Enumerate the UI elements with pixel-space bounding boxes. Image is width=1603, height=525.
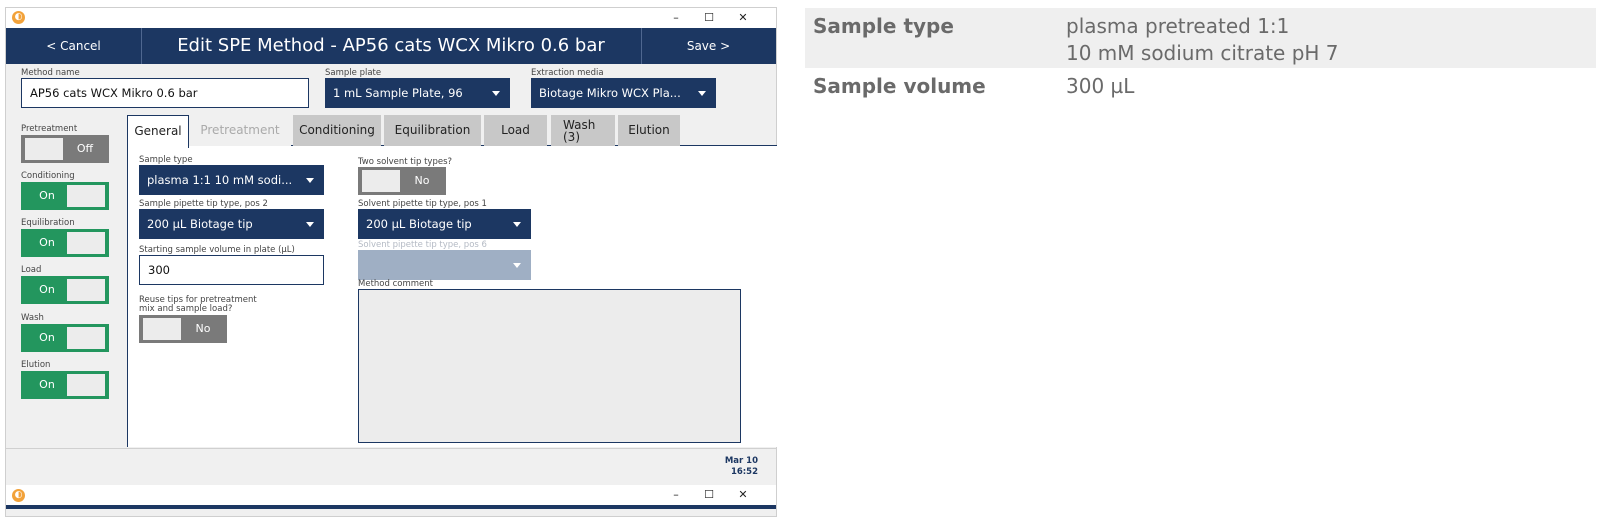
minimize-icon[interactable]: –	[663, 486, 689, 504]
method-comment-textarea[interactable]	[358, 289, 741, 443]
toggle-knob	[67, 232, 105, 254]
conditioning-toggle[interactable]: On	[21, 182, 109, 210]
footer-divider	[6, 448, 776, 449]
sample-tip-value: 200 µL Biotage tip	[147, 217, 253, 231]
extraction-media-label: Extraction media	[531, 68, 604, 78]
sample-type-dropdown[interactable]: plasma 1:1 10 mM sodi...	[139, 165, 324, 195]
tab-elution[interactable]: Elution	[618, 115, 680, 146]
sample-type-line1: plasma pretreated 1:1	[1066, 14, 1290, 38]
tab-equilibration[interactable]: Equilibration	[384, 115, 481, 146]
solvent-tip1-dropdown[interactable]: 200 µL Biotage tip	[358, 209, 531, 239]
pretreatment-toggle[interactable]: Off	[21, 135, 109, 163]
conditioning-toggle-label: Conditioning	[21, 171, 75, 181]
load-toggle[interactable]: On	[21, 276, 109, 304]
minimize-icon[interactable]: –	[663, 9, 689, 27]
reuse-tips-label-cont: mix and sample load?	[139, 304, 233, 314]
tab-conditioning[interactable]: Conditioning	[293, 115, 381, 146]
two-solvent-label: Two solvent tip types?	[358, 157, 453, 167]
table-row: Sample type plasma pretreated 1:1 10 mM …	[805, 8, 1596, 68]
chevron-down-icon	[513, 263, 521, 268]
method-name-input[interactable]: AP56 cats WCX Mikro 0.6 bar	[21, 78, 309, 108]
pretreatment-toggle-label: Pretreatment	[21, 124, 78, 134]
wash-toggle-label: Wash	[21, 313, 44, 323]
solvent-tip6-dropdown	[358, 250, 531, 280]
wash-toggle[interactable]: On	[21, 324, 109, 352]
clock-date: Mar 10	[724, 456, 758, 466]
toggle-knob	[143, 318, 181, 340]
sample-plate-label: Sample plate	[325, 68, 382, 78]
equilibration-toggle[interactable]: On	[21, 229, 109, 257]
load-toggle-label: Load	[21, 265, 42, 275]
clock: Mar 10 16:52	[725, 456, 758, 478]
tab-general[interactable]: General	[127, 115, 189, 148]
cancel-button[interactable]: < Cancel	[6, 28, 141, 64]
equilibration-toggle-label: Equilibration	[21, 218, 75, 228]
sample-type-value: plasma 1:1 10 mM sodi...	[147, 173, 293, 187]
two-solvent-toggle[interactable]: No	[358, 167, 446, 195]
toggle-state: On	[39, 331, 55, 344]
sample-tip-label: Sample pipette tip type, pos 2	[139, 199, 268, 209]
close-icon[interactable]: ✕	[730, 486, 756, 504]
sample-volume-key: Sample volume	[813, 74, 986, 98]
toggle-state: No	[414, 174, 430, 187]
chevron-down-icon	[306, 222, 314, 227]
solvent-tip1-value: 200 µL Biotage tip	[366, 217, 472, 231]
reuse-tips-toggle[interactable]: No	[139, 315, 227, 343]
clock-time: 16:52	[730, 467, 758, 477]
chevron-down-icon	[513, 222, 521, 227]
sample-type-key: Sample type	[813, 14, 954, 38]
toggle-knob	[67, 185, 105, 207]
solvent-tip1-label: Solvent pipette tip type, pos 1	[358, 199, 487, 209]
toggle-state: On	[39, 283, 55, 296]
spe-method-window: ◐ – ☐ ✕ < Cancel Edit SPE Method - AP56 …	[5, 7, 777, 517]
sample-type-line2: 10 mM sodium citrate pH 7	[1066, 41, 1339, 65]
tab-wash-count: (3)	[563, 130, 580, 144]
chevron-down-icon	[698, 91, 706, 96]
elution-toggle[interactable]: On	[21, 371, 109, 399]
header-bar: < Cancel Edit SPE Method - AP56 cats WCX…	[6, 28, 776, 64]
maximize-icon[interactable]: ☐	[696, 486, 722, 504]
sample-plate-value: 1 mL Sample Plate, 96	[333, 86, 463, 100]
app-logo-icon: ◐	[12, 489, 25, 502]
app-logo-icon: ◐	[12, 11, 25, 24]
sample-type-value: plasma pretreated 1:1 10 mM sodium citra…	[1066, 13, 1339, 67]
sample-tip-dropdown[interactable]: 200 µL Biotage tip	[139, 209, 324, 239]
toggle-state: Off	[76, 142, 94, 155]
window-titlebar: ◐ – ☐ ✕	[6, 8, 776, 28]
solvent-tip6-label: Solvent pipette tip type, pos 6	[358, 240, 487, 250]
toggle-state: No	[195, 322, 211, 335]
toggle-state: On	[39, 236, 55, 249]
table-row: Sample volume 300 µL	[805, 68, 1596, 128]
second-window-header-strip	[6, 505, 776, 509]
extraction-media-value: Biotage Mikro WCX Pla...	[539, 86, 681, 100]
sample-plate-dropdown[interactable]: 1 mL Sample Plate, 96	[325, 78, 510, 108]
toggle-knob	[67, 279, 105, 301]
chevron-down-icon	[306, 178, 314, 183]
sample-info-table: Sample type plasma pretreated 1:1 10 mM …	[805, 8, 1596, 128]
toggle-state: On	[39, 378, 55, 391]
toggle-knob	[67, 374, 105, 396]
close-icon[interactable]: ✕	[730, 9, 756, 27]
elution-toggle-label: Elution	[21, 360, 51, 370]
toggle-state: On	[39, 189, 55, 202]
extraction-media-dropdown[interactable]: Biotage Mikro WCX Pla...	[531, 78, 716, 108]
tab-wash[interactable]: Wash (3)	[551, 115, 615, 146]
sample-type-label: Sample type	[139, 155, 193, 165]
start-volume-input[interactable]: 300	[139, 255, 324, 285]
tab-pretreatment[interactable]: Pretreatment	[189, 115, 291, 146]
page-title: Edit SPE Method - AP56 cats WCX Mikro 0.…	[177, 35, 605, 56]
method-name-label: Method name	[21, 68, 80, 78]
method-comment-label: Method comment	[358, 279, 433, 289]
maximize-icon[interactable]: ☐	[696, 9, 722, 27]
toggle-knob	[25, 138, 63, 160]
start-volume-label: Starting sample volume in plate (µL)	[139, 245, 295, 255]
tab-load[interactable]: Load	[484, 115, 547, 146]
second-window-titlebar: ◐ – ☐ ✕	[6, 485, 776, 505]
toggle-knob	[362, 170, 400, 192]
toggle-knob	[67, 327, 105, 349]
sample-volume-value: 300 µL	[1066, 74, 1135, 98]
chevron-down-icon	[492, 91, 500, 96]
save-button[interactable]: Save >	[641, 28, 776, 64]
